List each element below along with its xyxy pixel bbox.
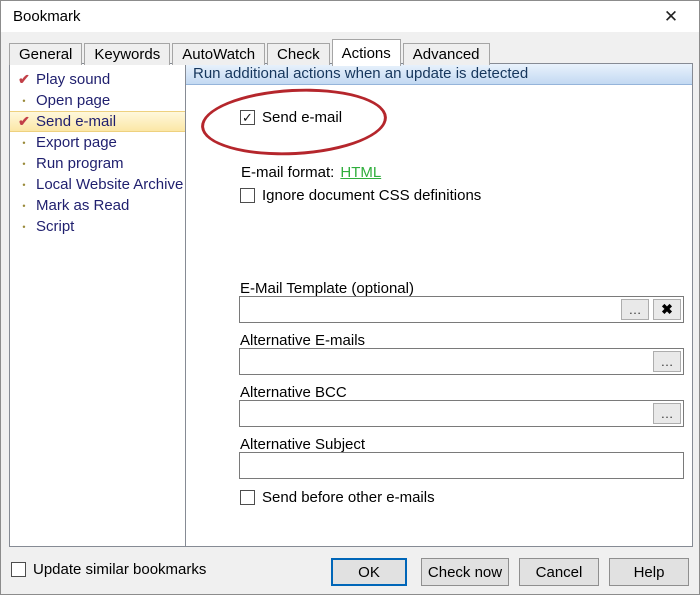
sidebar-item-local-website-archive[interactable]: • Local Website Archive bbox=[10, 174, 185, 195]
bullet-icon: • bbox=[15, 159, 33, 169]
alt-emails-input[interactable] bbox=[240, 349, 651, 374]
titlebar: Bookmark ✕ bbox=[1, 1, 699, 32]
bullet-icon: • bbox=[15, 222, 33, 232]
sidebar-item-label: Run program bbox=[36, 155, 124, 172]
ellipsis-icon: … bbox=[629, 302, 642, 317]
window-title: Bookmark bbox=[13, 8, 81, 25]
tab-advanced[interactable]: Advanced bbox=[403, 43, 490, 65]
actions-tab-page: ✔ Play sound • Open page ✔ Send e-mail •… bbox=[9, 63, 693, 547]
ok-button[interactable]: OK bbox=[331, 558, 407, 586]
sidebar-item-label: Send e-mail bbox=[36, 113, 116, 130]
bullet-icon: • bbox=[15, 201, 33, 211]
template-input[interactable] bbox=[240, 297, 619, 322]
ellipsis-icon: … bbox=[661, 354, 674, 369]
tab-strip: General Keywords AutoWatch Check Actions… bbox=[9, 39, 492, 65]
update-similar-checkbox-row: Update similar bookmarks bbox=[11, 561, 206, 578]
sidebar-item-send-email[interactable]: ✔ Send e-mail bbox=[10, 111, 185, 132]
email-format-label: E-mail format: bbox=[241, 164, 334, 181]
email-format-link[interactable]: HTML bbox=[340, 164, 381, 181]
alt-subject-input[interactable] bbox=[240, 453, 683, 478]
close-icon[interactable]: ✕ bbox=[657, 5, 685, 29]
sidebar-item-label: Open page bbox=[36, 92, 110, 109]
send-before-checkbox[interactable] bbox=[240, 490, 255, 505]
template-browse-button[interactable]: … bbox=[621, 299, 649, 320]
send-email-checkbox[interactable]: ✓ bbox=[240, 110, 255, 125]
bullet-icon: • bbox=[15, 138, 33, 148]
alt-emails-label: Alternative E-mails bbox=[240, 332, 365, 349]
send-email-label: Send e-mail bbox=[262, 109, 342, 126]
sidebar-item-open-page[interactable]: • Open page bbox=[10, 90, 185, 111]
ellipsis-icon: … bbox=[661, 406, 674, 421]
template-label: E-Mail Template (optional) bbox=[240, 280, 414, 297]
checkbox-tick: ✓ bbox=[242, 111, 253, 124]
sidebar-item-export-page[interactable]: • Export page bbox=[10, 132, 185, 153]
sidebar-item-script[interactable]: • Script bbox=[10, 216, 185, 237]
sidebar-item-label: Export page bbox=[36, 134, 117, 151]
alt-subject-label: Alternative Subject bbox=[240, 436, 365, 453]
tab-autowatch[interactable]: AutoWatch bbox=[172, 43, 265, 65]
sidebar-item-run-program[interactable]: • Run program bbox=[10, 153, 185, 174]
panel-header: Run additional actions when an update is… bbox=[186, 64, 692, 85]
update-similar-label: Update similar bookmarks bbox=[33, 561, 206, 578]
red-checkmark-icon: ✔ bbox=[15, 71, 33, 88]
action-list: ✔ Play sound • Open page ✔ Send e-mail •… bbox=[10, 64, 186, 546]
alt-bcc-browse-button[interactable]: … bbox=[653, 403, 681, 424]
ignore-css-checkbox-row: Ignore document CSS definitions bbox=[240, 187, 481, 204]
alt-bcc-label: Alternative BCC bbox=[240, 384, 347, 401]
sidebar-item-mark-as-read[interactable]: • Mark as Read bbox=[10, 195, 185, 216]
update-similar-checkbox[interactable] bbox=[11, 562, 26, 577]
email-format-row: E-mail format: HTML bbox=[241, 164, 381, 181]
sidebar-item-label: Local Website Archive bbox=[36, 176, 183, 193]
template-clear-button[interactable]: ✖ bbox=[653, 299, 681, 320]
bullet-icon: • bbox=[15, 96, 33, 106]
bookmark-dialog: Bookmark ✕ General Keywords AutoWatch Ch… bbox=[0, 0, 700, 595]
help-button[interactable]: Help bbox=[609, 558, 689, 586]
ignore-css-label: Ignore document CSS definitions bbox=[262, 187, 481, 204]
bullet-icon: • bbox=[15, 180, 33, 190]
sidebar-item-label: Play sound bbox=[36, 71, 110, 88]
sidebar-item-play-sound[interactable]: ✔ Play sound bbox=[10, 69, 185, 90]
send-before-checkbox-row: Send before other e-mails bbox=[240, 489, 435, 506]
tab-check[interactable]: Check bbox=[267, 43, 330, 65]
clear-icon: ✖ bbox=[661, 301, 673, 318]
send-before-label: Send before other e-mails bbox=[262, 489, 435, 506]
tab-actions[interactable]: Actions bbox=[332, 39, 401, 66]
alt-subject-field bbox=[239, 452, 684, 479]
alt-bcc-field: … bbox=[239, 400, 684, 427]
alt-emails-field: … bbox=[239, 348, 684, 375]
cancel-button[interactable]: Cancel bbox=[519, 558, 599, 586]
sidebar-item-label: Mark as Read bbox=[36, 197, 129, 214]
template-field: … ✖ bbox=[239, 296, 684, 323]
ignore-css-checkbox[interactable] bbox=[240, 188, 255, 203]
send-email-panel: Run additional actions when an update is… bbox=[186, 64, 692, 546]
tab-keywords[interactable]: Keywords bbox=[84, 43, 170, 65]
tab-general[interactable]: General bbox=[9, 43, 82, 65]
alt-emails-browse-button[interactable]: … bbox=[653, 351, 681, 372]
send-email-checkbox-row: ✓ Send e-mail bbox=[240, 109, 342, 126]
check-now-button[interactable]: Check now bbox=[421, 558, 509, 586]
alt-bcc-input[interactable] bbox=[240, 401, 651, 426]
red-checkmark-icon: ✔ bbox=[15, 113, 33, 130]
sidebar-item-label: Script bbox=[36, 218, 74, 235]
